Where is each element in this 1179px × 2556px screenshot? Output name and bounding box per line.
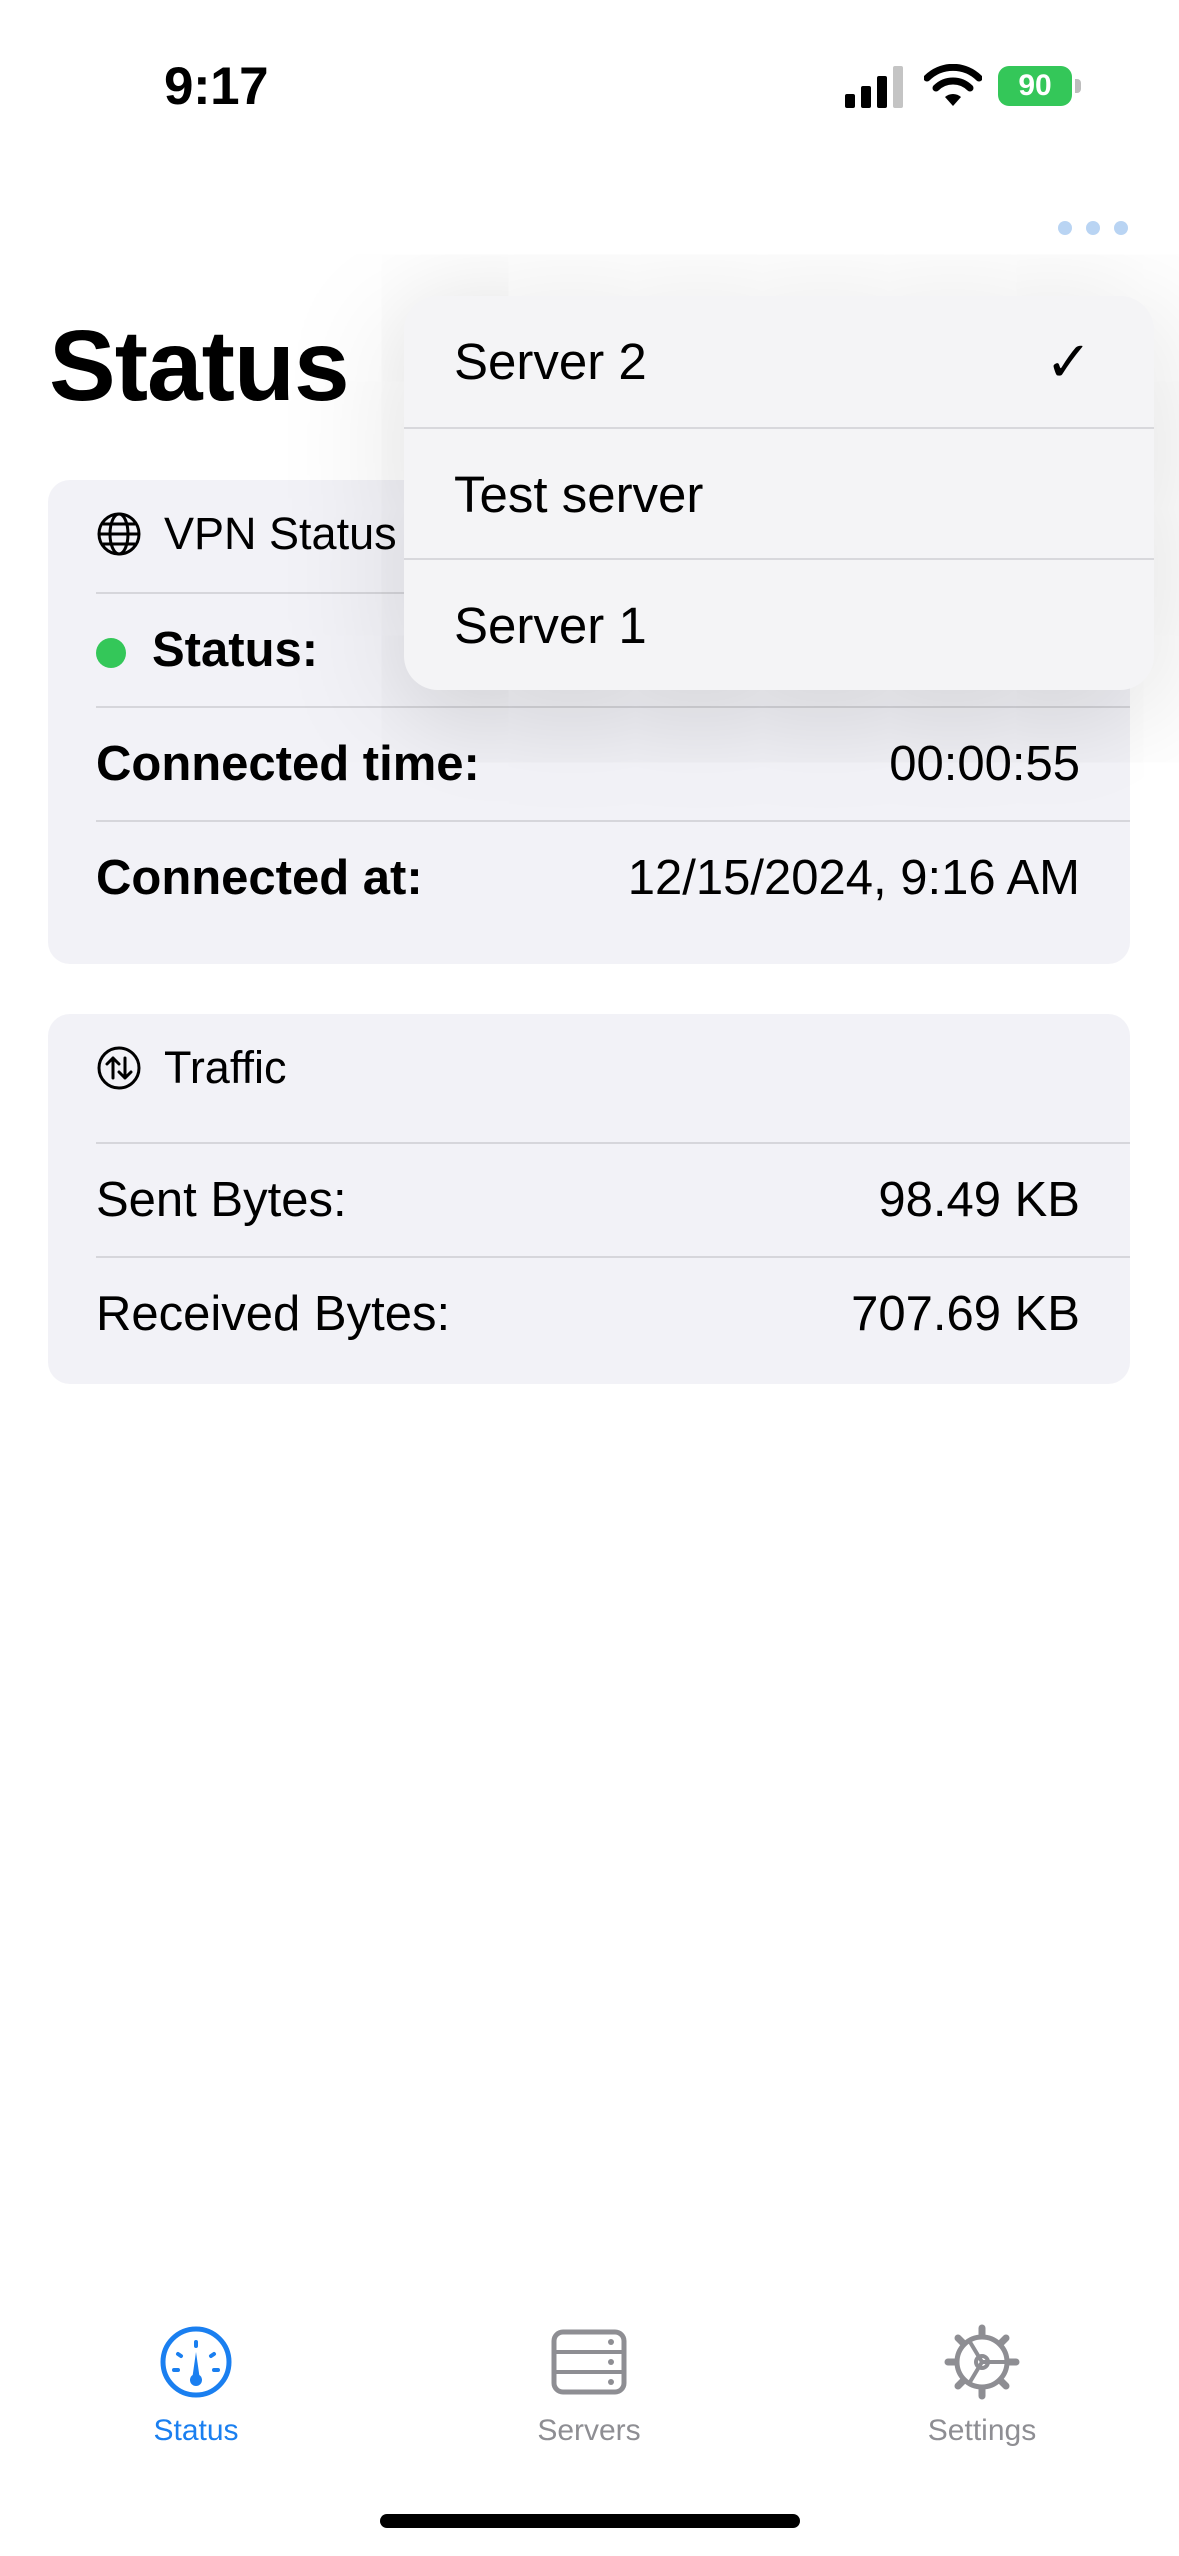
wifi-icon bbox=[924, 64, 982, 106]
tab-label: Status bbox=[153, 2414, 239, 2447]
traffic-title: Traffic bbox=[164, 1042, 287, 1093]
menu-item-test-server[interactable]: Test server bbox=[404, 429, 1154, 560]
status-bar: 9:17 90 bbox=[0, 0, 1179, 170]
menu-item-label: Server 1 bbox=[454, 597, 647, 654]
connected-at-row: Connected at: 12/15/2024, 9:16 AM bbox=[96, 822, 1080, 934]
tab-settings[interactable]: Settings bbox=[862, 2324, 1102, 2464]
tab-label: Servers bbox=[537, 2414, 641, 2447]
vpn-status-header: VPN Status bbox=[96, 494, 397, 574]
received-bytes-value: 707.69 KB bbox=[851, 1287, 1080, 1341]
connected-time-value: 00:00:55 bbox=[889, 737, 1080, 791]
globe-icon bbox=[97, 512, 141, 556]
more-options-button[interactable] bbox=[1058, 208, 1128, 248]
vpn-status-title: VPN Status bbox=[164, 508, 397, 559]
clock: 9:17 bbox=[164, 57, 269, 116]
sent-bytes-value: 98.49 KB bbox=[878, 1173, 1080, 1227]
gauge-icon bbox=[160, 2326, 232, 2398]
received-bytes-label: Received Bytes: bbox=[96, 1287, 451, 1341]
connected-time-label: Connected time: bbox=[96, 737, 480, 791]
menu-item-server-2[interactable]: Server 2 ✓ bbox=[404, 296, 1154, 427]
connected-at-value: 12/15/2024, 9:16 AM bbox=[627, 851, 1080, 905]
menu-item-label: Server 2 bbox=[454, 333, 647, 390]
battery-level: 90 bbox=[998, 66, 1072, 106]
server-rack-icon bbox=[551, 2329, 627, 2395]
page-title: Status bbox=[49, 310, 350, 422]
received-bytes-row: Received Bytes: 707.69 KB bbox=[96, 1258, 1080, 1370]
battery-icon: 90 bbox=[998, 66, 1082, 106]
ellipsis-icon bbox=[1058, 221, 1072, 235]
home-indicator[interactable] bbox=[380, 2514, 800, 2528]
status-label: Status: bbox=[152, 623, 319, 677]
sent-bytes-row: Sent Bytes: 98.49 KB bbox=[96, 1144, 1080, 1256]
up-down-arrows-icon bbox=[97, 1046, 141, 1090]
traffic-card: Traffic Sent Bytes: 98.49 KB Received By… bbox=[48, 1014, 1130, 1384]
menu-item-label: Test server bbox=[454, 466, 704, 523]
gear-icon bbox=[944, 2324, 1020, 2400]
sent-bytes-label: Sent Bytes: bbox=[96, 1173, 347, 1227]
cellular-signal-icon bbox=[845, 66, 903, 108]
tab-label: Settings bbox=[927, 2414, 1037, 2447]
menu-item-server-1[interactable]: Server 1 bbox=[404, 560, 1154, 690]
connected-indicator bbox=[96, 638, 126, 669]
tab-status[interactable]: Status bbox=[76, 2324, 316, 2464]
traffic-header: Traffic bbox=[96, 1028, 287, 1108]
connected-at-label: Connected at: bbox=[96, 851, 423, 905]
connected-time-row: Connected time: 00:00:55 bbox=[96, 708, 1080, 820]
server-menu: Server 2 ✓ Test server Server 1 bbox=[404, 296, 1154, 690]
checkmark-icon: ✓ bbox=[1045, 329, 1092, 393]
tab-servers[interactable]: Servers bbox=[469, 2324, 709, 2464]
